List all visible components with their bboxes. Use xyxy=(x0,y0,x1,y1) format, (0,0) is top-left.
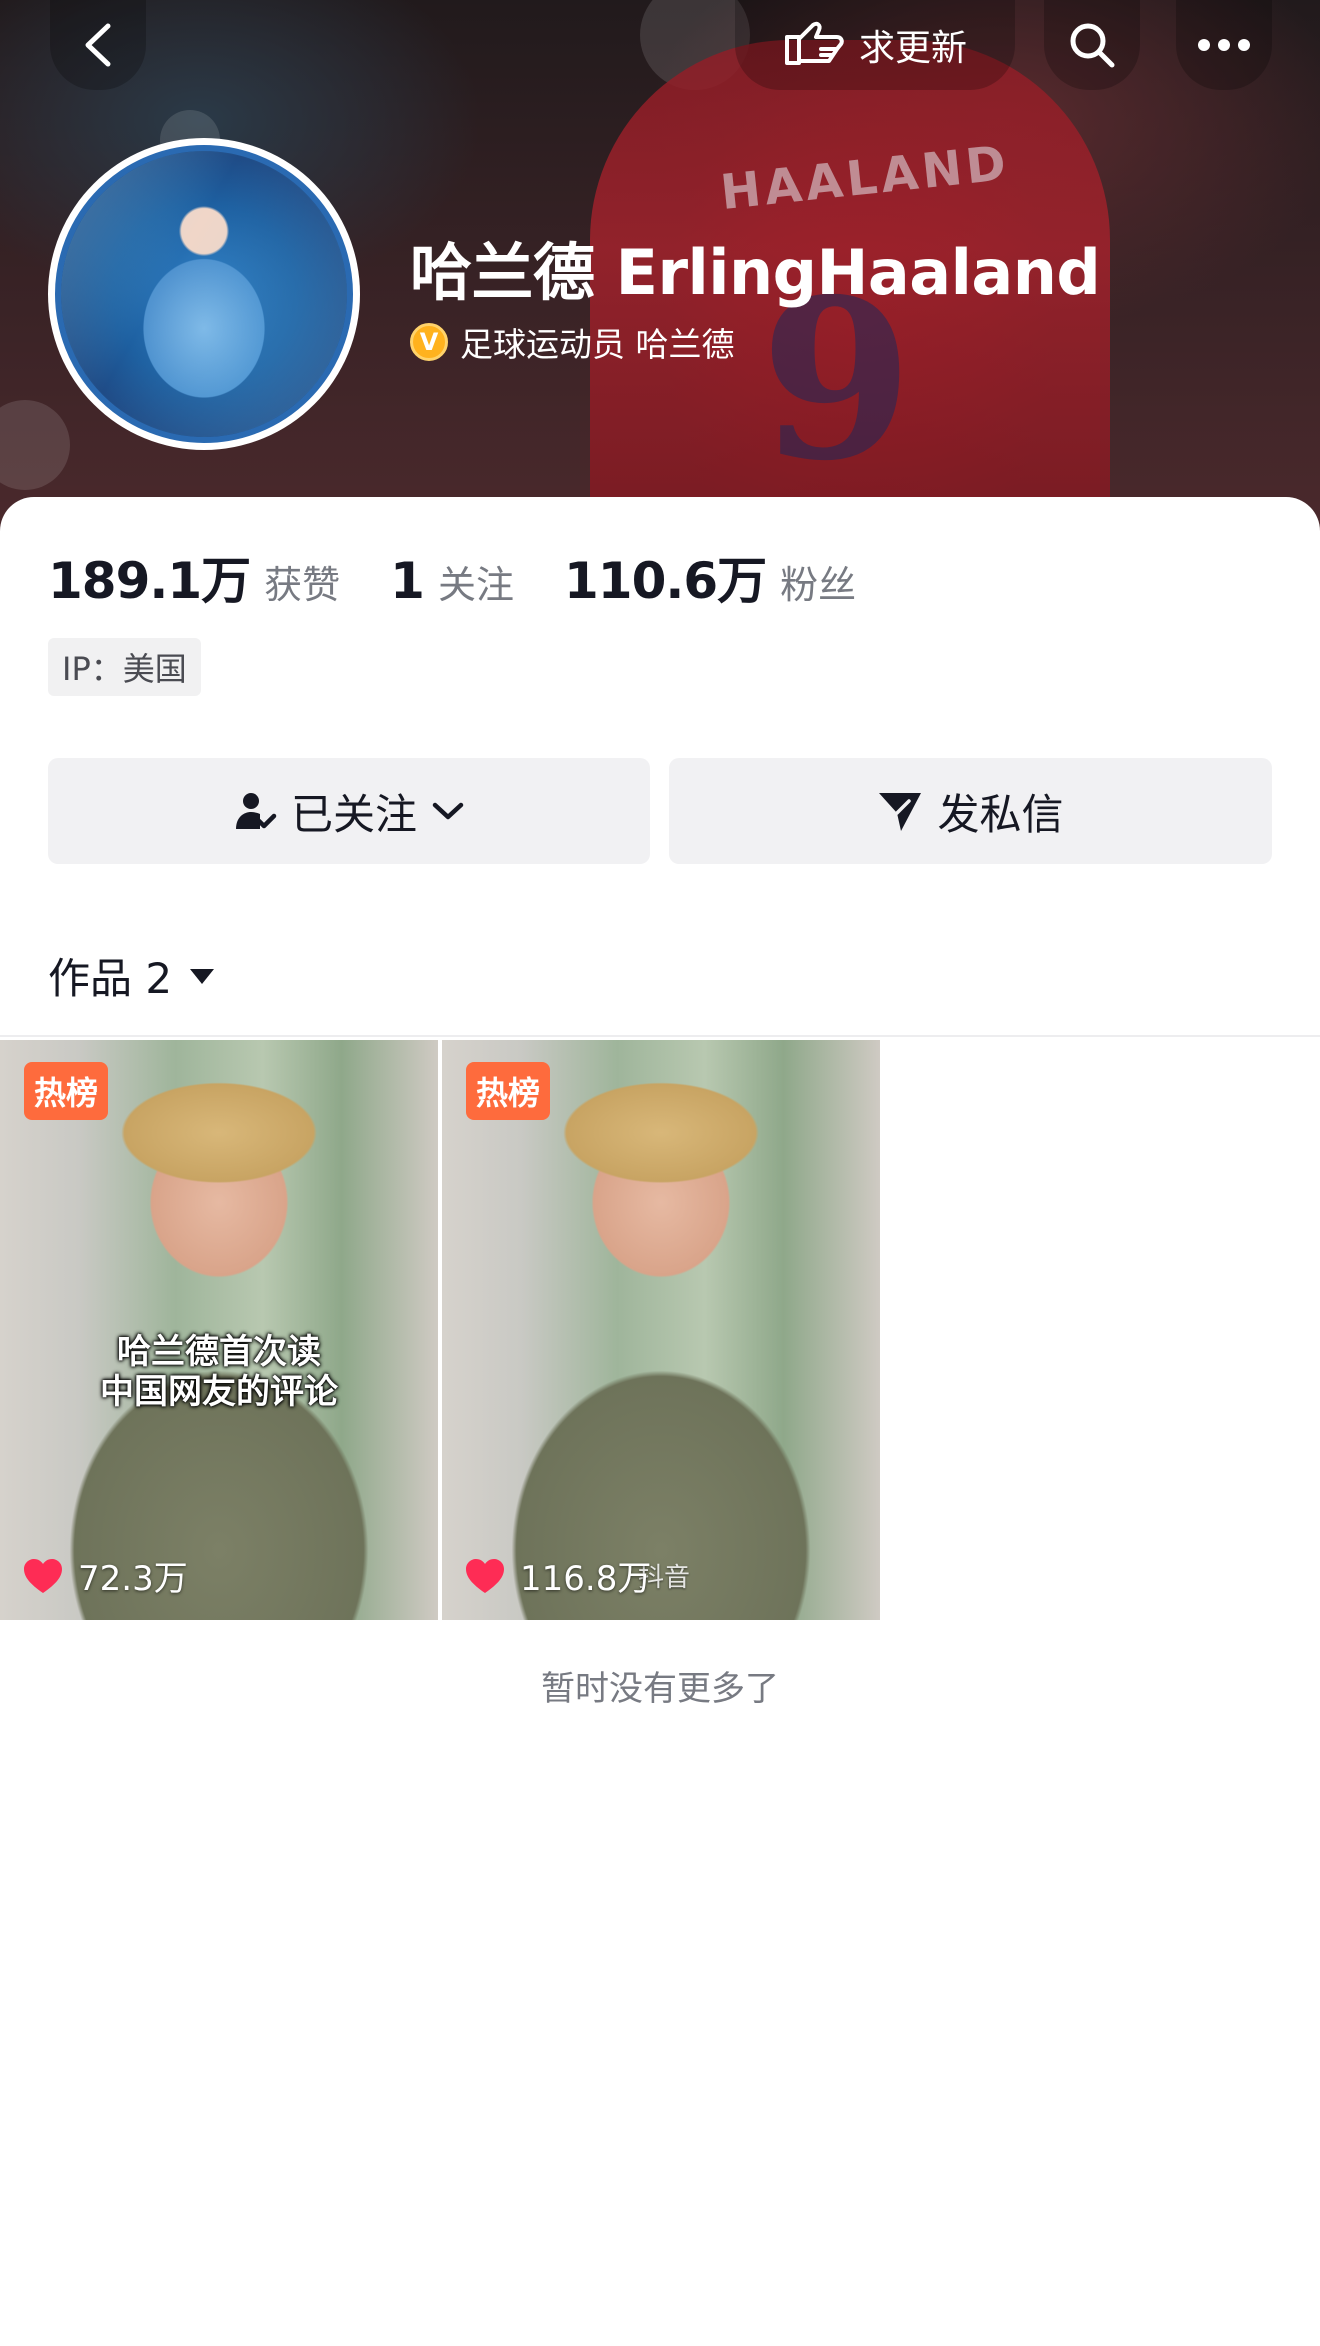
stat-label: 粉丝 xyxy=(780,563,857,607)
divider xyxy=(0,1035,1320,1037)
more-button[interactable] xyxy=(1176,0,1272,90)
verified-badge-icon: V xyxy=(410,323,448,361)
caret-down-icon xyxy=(190,968,215,984)
video-likes: 72.3万 xyxy=(22,1551,188,1600)
video-thumbnail[interactable]: 热榜 抖音 116.8万 xyxy=(442,1040,880,1620)
hot-badge: 热榜 xyxy=(24,1062,109,1120)
video-likes: 116.8万 xyxy=(464,1551,651,1600)
follow-person-icon xyxy=(235,793,277,829)
hot-badge: 热榜 xyxy=(466,1062,551,1120)
stat-value: 189.1万 xyxy=(48,552,251,610)
heart-icon xyxy=(24,1558,62,1593)
heart-icon xyxy=(466,1558,504,1593)
works-tab[interactable]: 作品 2 xyxy=(48,945,216,1006)
followed-button[interactable]: 已关注 xyxy=(48,758,650,864)
works-tab-label: 作品 2 xyxy=(48,954,173,1003)
stats-row: 189.1万 获赞 1 关注 110.6万 粉丝 xyxy=(48,541,906,613)
search-icon xyxy=(1070,23,1115,68)
verified-info: V 足球运动员 哈兰德 xyxy=(410,318,735,366)
ip-location-tag: IP：美国 xyxy=(48,638,201,696)
chevron-down-icon xyxy=(432,802,464,820)
back-icon xyxy=(85,23,111,67)
avatar[interactable] xyxy=(48,138,360,450)
video-thumbnail[interactable]: 热榜 哈兰德首次读 中国网友的评论 72.3万 xyxy=(0,1040,438,1620)
send-message-button[interactable]: 发私信 xyxy=(669,758,1272,864)
stat-value: 110.6万 xyxy=(563,552,767,610)
followed-label: 已关注 xyxy=(290,789,417,839)
stat-likes[interactable]: 189.1万 获赞 xyxy=(48,541,340,613)
more-icon xyxy=(1198,39,1250,51)
video-caption-line: 中国网友的评论 xyxy=(100,1372,338,1412)
avatar-image xyxy=(55,145,353,443)
stat-followers[interactable]: 110.6万 粉丝 xyxy=(564,541,856,613)
search-button[interactable] xyxy=(1044,0,1140,90)
request-update-label: 求更新 xyxy=(858,28,967,69)
verified-label: 足球运动员 哈兰德 xyxy=(460,325,735,364)
bokeh-light xyxy=(0,400,70,490)
video-caption: 哈兰德首次读 中国网友的评论 xyxy=(0,1332,438,1412)
profile-card: 189.1万 获赞 1 关注 110.6万 粉丝 IP：美国 已关注 发私信 作… xyxy=(0,497,1320,2346)
request-update-icon xyxy=(784,21,844,65)
end-of-list-text: 暂时没有更多了 xyxy=(541,1669,779,1709)
likes-count: 116.8万 xyxy=(520,1559,652,1599)
back-button[interactable] xyxy=(50,0,146,90)
send-icon xyxy=(879,793,922,831)
stat-value: 1 xyxy=(390,552,425,610)
send-message-label: 发私信 xyxy=(937,789,1064,839)
stat-label: 获赞 xyxy=(264,563,341,607)
likes-count: 72.3万 xyxy=(78,1559,188,1599)
stat-following[interactable]: 1 关注 xyxy=(390,552,514,610)
nickname: 哈兰德 ErlingHaaland xyxy=(410,236,1101,309)
stat-label: 关注 xyxy=(437,563,514,607)
request-update-button[interactable]: 求更新 xyxy=(735,0,1015,90)
video-caption-line: 哈兰德首次读 xyxy=(117,1332,321,1372)
